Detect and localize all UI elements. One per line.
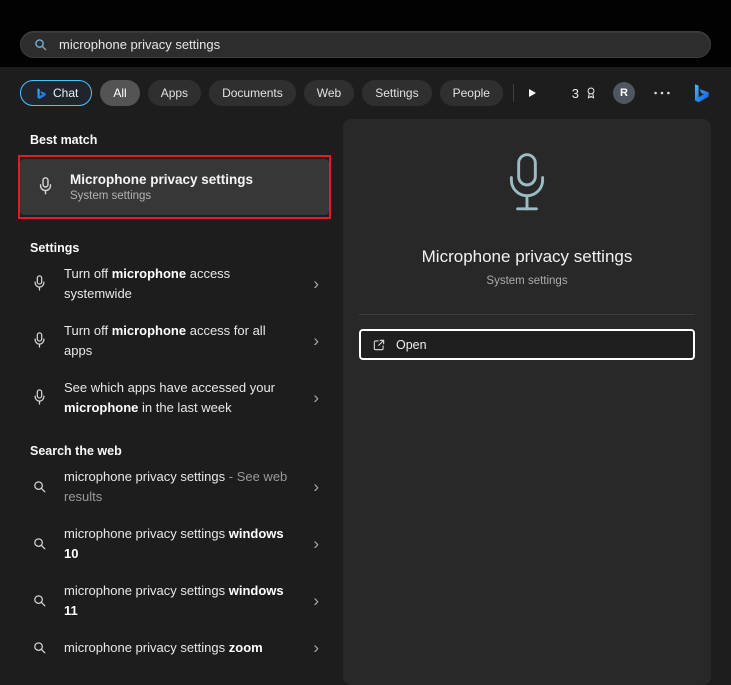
bing-icon[interactable] [689, 82, 711, 104]
open-external-icon [372, 338, 386, 352]
topbar-right-cluster: 3 R [572, 82, 711, 104]
result-text-pre: microphone privacy settings [64, 469, 225, 484]
settings-result-item[interactable]: Turn off microphone access for all apps … [20, 312, 329, 369]
result-text: Turn off microphone access systemwide [64, 264, 292, 303]
search-icon [30, 479, 48, 494]
windows-search-flyout: Chat All Apps Documents Web Settings Peo… [0, 0, 731, 685]
results-area: Best match Microphone privacy settings S… [0, 119, 731, 685]
web-result-item[interactable]: microphone privacy settings - See web re… [20, 458, 329, 515]
avatar[interactable]: R [613, 82, 635, 104]
tab-chat-label: Chat [53, 86, 78, 100]
open-button-label: Open [396, 338, 427, 352]
result-text-bold: microphone [112, 323, 186, 338]
tab-documents[interactable]: Documents [209, 80, 296, 106]
result-text: microphone privacy settings - See web re… [64, 467, 292, 506]
search-box[interactable] [20, 31, 711, 58]
microphone-icon [30, 274, 48, 294]
chevron-right-icon: › [313, 478, 325, 495]
result-text-post: in the last week [138, 400, 231, 415]
microphone-icon [30, 331, 48, 351]
tab-people[interactable]: People [440, 80, 503, 106]
tab-apps[interactable]: Apps [148, 80, 201, 106]
web-result-item[interactable]: microphone privacy settings windows 10 › [20, 515, 329, 572]
preview-subtitle: System settings [486, 275, 567, 287]
web-result-item[interactable]: microphone privacy settings windows 11 › [20, 572, 329, 629]
search-icon [33, 37, 48, 52]
result-text-pre: See which apps have accessed your [64, 380, 275, 395]
chevron-right-icon: › [313, 639, 325, 656]
chevron-right-icon: › [313, 275, 325, 292]
preview-title: Microphone privacy settings [422, 247, 633, 267]
tab-chat[interactable]: Chat [20, 80, 92, 106]
chevron-right-icon: › [313, 592, 325, 609]
web-header: Search the web [30, 444, 329, 458]
open-button[interactable]: Open [359, 329, 695, 360]
settings-result-item[interactable]: See which apps have accessed your microp… [20, 369, 329, 426]
result-text-pre: Turn off [64, 266, 112, 281]
search-icon [30, 593, 48, 608]
search-input[interactable] [57, 36, 698, 53]
result-text: Turn off microphone access for all apps [64, 321, 292, 360]
microphone-icon [36, 176, 54, 198]
chevron-right-icon: › [313, 389, 325, 406]
best-match-subtitle: System settings [70, 190, 253, 202]
result-text-bold: zoom [229, 640, 263, 655]
settings-result-item[interactable]: Turn off microphone access systemwide › [20, 255, 329, 312]
best-match-text: Microphone privacy settings System setti… [70, 172, 253, 202]
tab-settings[interactable]: Settings [362, 80, 431, 106]
result-text: microphone privacy settings windows 10 [64, 524, 292, 563]
result-text: microphone privacy settings windows 11 [64, 581, 292, 620]
result-text-pre: microphone privacy settings [64, 583, 229, 598]
search-bar-strip [0, 0, 731, 67]
settings-header: Settings [30, 241, 329, 255]
tab-all[interactable]: All [100, 80, 139, 106]
best-match-header: Best match [30, 133, 329, 147]
rewards-badge[interactable]: 3 [572, 86, 598, 101]
play-icon[interactable] [522, 83, 542, 103]
best-match-title: Microphone privacy settings [70, 172, 253, 187]
search-icon [30, 536, 48, 551]
result-text: See which apps have accessed your microp… [64, 378, 292, 417]
best-match-item[interactable]: Microphone privacy settings System setti… [20, 159, 329, 215]
microphone-icon [30, 388, 48, 408]
tab-web[interactable]: Web [304, 80, 354, 106]
results-list: Best match Microphone privacy settings S… [20, 119, 335, 667]
rewards-count: 3 [572, 86, 579, 101]
preview-divider [359, 314, 695, 315]
tabs-divider [513, 84, 514, 102]
best-match-wrap: Microphone privacy settings System setti… [20, 159, 329, 215]
result-text-pre: Turn off [64, 323, 112, 338]
bing-chat-icon [34, 87, 47, 100]
more-options-button[interactable] [650, 87, 674, 99]
result-text-pre: microphone privacy settings [64, 526, 229, 541]
result-text-bold: microphone [112, 266, 186, 281]
filter-tabs-row: Chat All Apps Documents Web Settings Peo… [0, 67, 731, 119]
result-text-bold: microphone [64, 400, 138, 415]
result-text: microphone privacy settings zoom [64, 638, 292, 658]
preview-panel: Microphone privacy settings System setti… [343, 119, 711, 685]
search-icon [30, 640, 48, 655]
microphone-large-icon [502, 151, 552, 225]
chevron-right-icon: › [313, 332, 325, 349]
result-text-pre: microphone privacy settings [64, 640, 229, 655]
chevron-right-icon: › [313, 535, 325, 552]
rewards-icon [584, 86, 598, 100]
web-result-item[interactable]: microphone privacy settings zoom › [20, 629, 329, 667]
